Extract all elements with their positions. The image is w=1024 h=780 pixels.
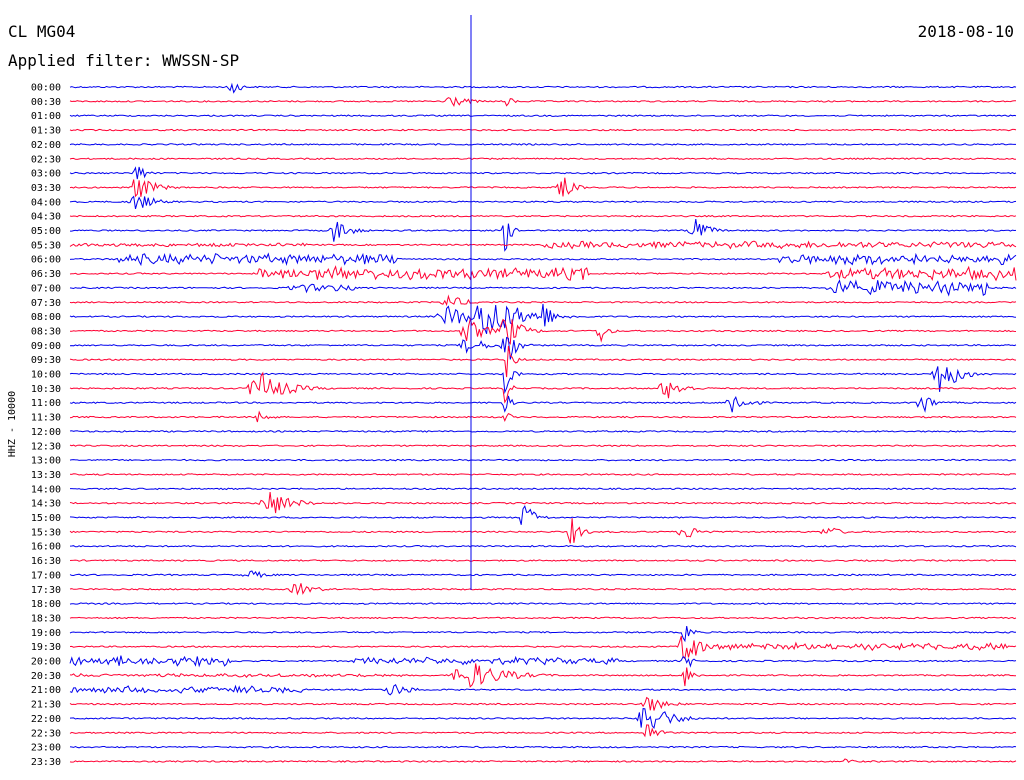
trace-line xyxy=(69,395,1017,413)
trace-line xyxy=(69,336,1017,360)
row-label: 12:30 xyxy=(31,441,61,452)
seismogram-traces xyxy=(69,82,1017,764)
row-label: 01:00 xyxy=(31,111,61,122)
row-label: 12:00 xyxy=(31,427,61,438)
row-label: 08:00 xyxy=(31,312,61,323)
trace-line xyxy=(69,430,1017,433)
row-label: 22:00 xyxy=(31,714,61,725)
trace-line xyxy=(69,240,1017,250)
row-label: 03:30 xyxy=(31,183,61,194)
trace-line xyxy=(69,544,1017,548)
row-label: 04:30 xyxy=(31,212,61,223)
row-label: 21:00 xyxy=(31,685,61,696)
row-label: 15:00 xyxy=(31,513,61,524)
row-label: 09:00 xyxy=(31,341,61,352)
trace-line xyxy=(69,518,1017,544)
row-label: 09:30 xyxy=(31,355,61,366)
row-label: 23:30 xyxy=(31,757,61,768)
trace-line xyxy=(69,82,1017,94)
row-label: 08:30 xyxy=(31,326,61,337)
trace-line xyxy=(69,684,1017,696)
trace-line xyxy=(69,458,1017,462)
trace-line xyxy=(69,583,1017,596)
trace-line xyxy=(69,371,1017,404)
row-label: 13:30 xyxy=(31,470,61,481)
trace-line xyxy=(69,758,1017,764)
trace-line xyxy=(69,708,1017,729)
row-label: 10:00 xyxy=(31,370,61,381)
trace-line xyxy=(69,696,1017,711)
row-label: 20:00 xyxy=(31,657,61,668)
row-label: 10:30 xyxy=(31,384,61,395)
trace-line xyxy=(69,724,1017,738)
row-label: 16:30 xyxy=(31,556,61,567)
row-label: 06:30 xyxy=(31,269,61,280)
trace-line xyxy=(69,265,1017,282)
trace-line xyxy=(69,745,1017,749)
row-label: 15:30 xyxy=(31,527,61,538)
row-label: 14:00 xyxy=(31,484,61,495)
row-label: 22:30 xyxy=(31,728,61,739)
trace-line xyxy=(69,570,1017,579)
trace-line xyxy=(69,663,1016,688)
trace-line xyxy=(69,114,1017,117)
row-label: 13:00 xyxy=(31,456,61,467)
trace-line xyxy=(69,317,1017,345)
trace-line xyxy=(69,655,1017,668)
trace-line xyxy=(69,444,1017,448)
row-labels: 00:00 00:30 01:00 01:30 02:00 02:30 03:00 03:30… xyxy=(31,83,61,768)
row-label: 02:00 xyxy=(31,140,61,151)
row-label: 04:00 xyxy=(31,197,61,208)
trace-line xyxy=(69,177,1017,198)
row-label: 19:00 xyxy=(31,628,61,639)
trace-line xyxy=(69,214,1017,218)
trace-line xyxy=(69,473,1017,476)
trace-line xyxy=(69,157,1017,161)
row-label: 18:00 xyxy=(31,599,61,610)
trace-line xyxy=(69,252,1017,267)
trace-line xyxy=(69,195,1017,210)
row-label: 18:30 xyxy=(31,613,61,624)
trace-line xyxy=(69,143,1016,146)
row-label: 16:00 xyxy=(31,542,61,553)
row-label: 23:00 xyxy=(31,743,61,754)
trace-line xyxy=(69,602,1017,605)
row-label: 02:30 xyxy=(31,154,61,165)
trace-line xyxy=(69,128,1017,132)
trace-line xyxy=(69,410,1017,423)
row-label: 07:00 xyxy=(31,283,61,294)
row-label: 00:00 xyxy=(31,83,61,94)
row-label: 05:30 xyxy=(31,240,61,251)
trace-line xyxy=(69,635,1017,660)
row-label: 01:30 xyxy=(31,126,61,137)
trace-line xyxy=(70,487,1017,491)
row-label: 19:30 xyxy=(31,642,61,653)
row-label: 11:30 xyxy=(31,413,61,424)
row-label: 05:00 xyxy=(31,226,61,237)
trace-line xyxy=(69,345,1017,378)
row-label: 17:30 xyxy=(31,585,61,596)
row-label: 20:30 xyxy=(31,671,61,682)
y-axis-label: HHZ - 10000 xyxy=(7,391,18,457)
row-label: 17:00 xyxy=(31,570,61,581)
row-label: 21:30 xyxy=(31,700,61,711)
trace-line xyxy=(69,559,1017,562)
helicorder-chart: 00:00 00:30 01:00 01:30 02:00 02:30 03:00 03:30… xyxy=(7,15,1017,768)
trace-line xyxy=(69,616,1017,620)
trace-line xyxy=(69,491,1017,514)
trace-line xyxy=(69,294,1017,307)
trace-line xyxy=(69,303,1017,334)
trace-line xyxy=(69,626,1017,643)
row-label: 00:30 xyxy=(31,97,61,108)
trace-line xyxy=(69,166,1017,180)
row-label: 03:00 xyxy=(31,169,61,180)
row-label: 11:00 xyxy=(31,398,61,409)
row-label: 14:30 xyxy=(31,499,61,510)
trace-line xyxy=(69,505,1017,525)
trace-line xyxy=(69,279,1017,297)
row-label: 06:00 xyxy=(31,255,61,266)
row-label: 07:30 xyxy=(31,298,61,309)
trace-line xyxy=(69,96,1016,108)
